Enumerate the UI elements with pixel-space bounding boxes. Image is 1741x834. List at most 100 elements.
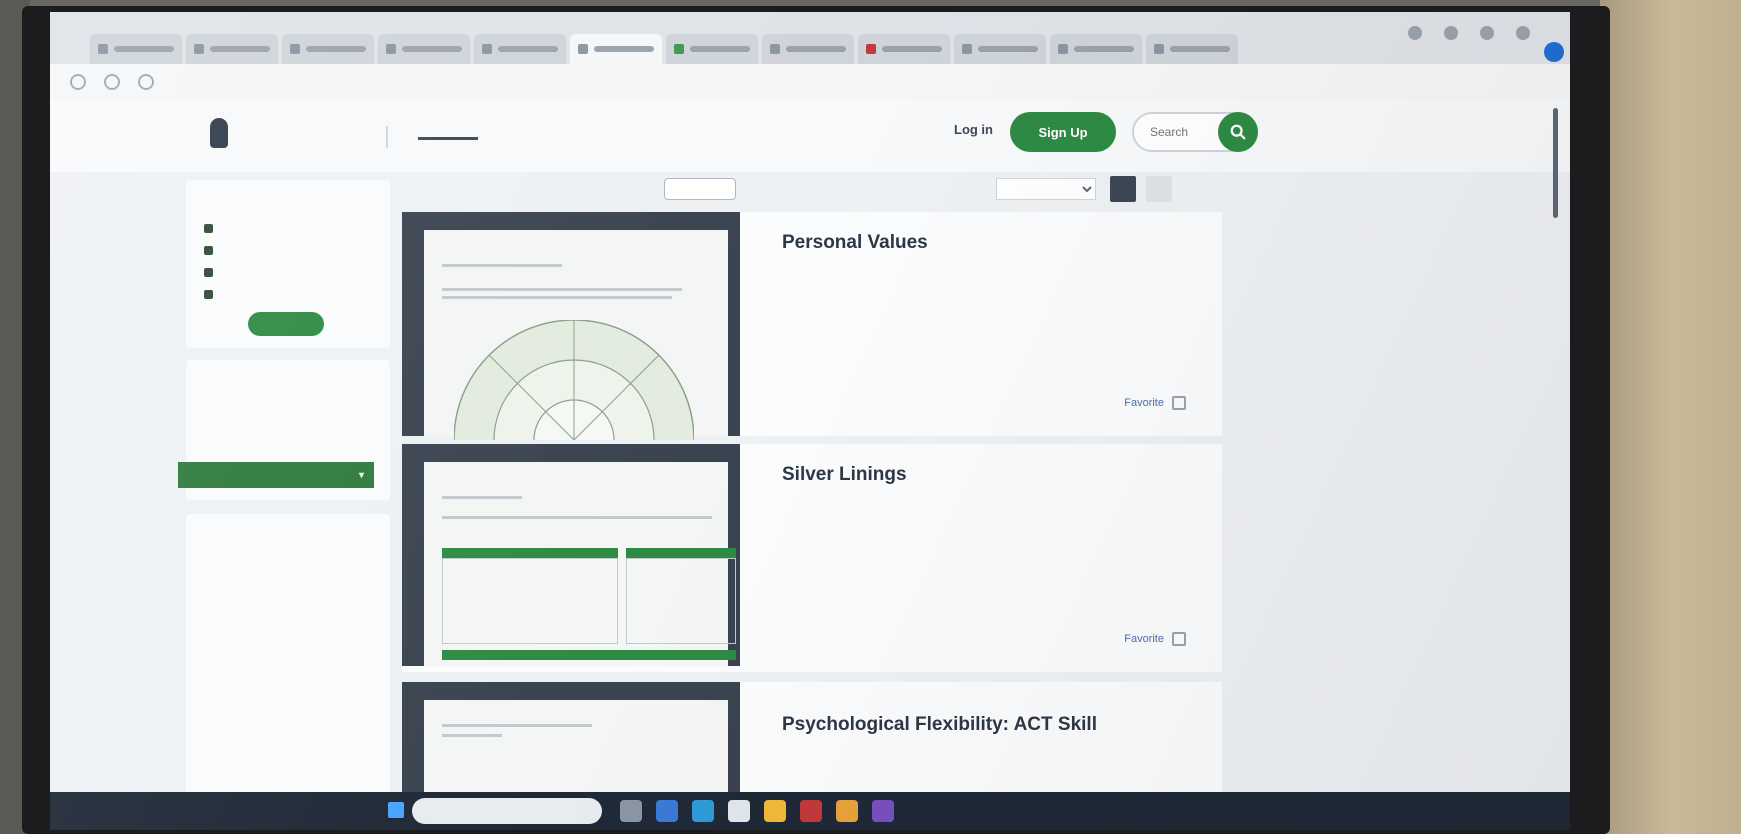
tab-favicon-icon [98,44,108,54]
result-title[interactable]: Psychological Flexibility: ACT Skill [782,714,1097,736]
refresh-icon[interactable] [104,74,120,90]
extension-icon[interactable] [1408,26,1422,40]
browser-tab[interactable] [762,34,854,64]
sheet-line [442,288,682,291]
worksheet-preview [424,700,728,792]
sheet-line [442,516,712,519]
browser-tab[interactable] [954,34,1046,64]
checkbox-icon[interactable] [204,224,213,233]
tab-favicon-icon [578,44,588,54]
filter-option[interactable] [204,246,221,255]
taskbar-apps [620,800,894,822]
type-filter-card [186,514,390,830]
result-card[interactable]: Psychological Flexibility: ACT Skill [402,682,1222,792]
bookmark-icon [1172,396,1186,410]
filter-option[interactable] [204,268,221,277]
checkbox-icon[interactable] [204,268,213,277]
result-card[interactable]: Silver Linings Favorite [402,444,1222,672]
tab-strip [50,12,1570,64]
taskbar-app-icon[interactable] [800,800,822,822]
sheet-header-bar [442,548,618,558]
sheet-header-bar [442,650,736,660]
home-icon[interactable] [138,74,154,90]
worksheet-thumbnail[interactable] [402,444,740,666]
checkbox-icon[interactable] [204,290,213,299]
browser-tab[interactable] [282,34,374,64]
tab-favicon-icon [482,44,492,54]
filter-option[interactable] [204,224,221,233]
address-bar [50,64,1570,100]
result-title[interactable]: Personal Values [782,232,928,254]
taskbar-app-icon[interactable] [764,800,786,822]
browser-tab[interactable] [186,34,278,64]
site-logo[interactable] [210,118,236,148]
worksheet-thumbnail[interactable] [402,682,740,792]
tab-favicon-icon [1058,44,1068,54]
favorite-button[interactable]: Favorite [1124,632,1186,646]
nav-item[interactable] [848,126,908,140]
copilot-icon[interactable] [1544,42,1564,62]
worksheet-preview [424,462,736,666]
windows-start-icon[interactable] [388,802,404,818]
nav-item[interactable] [418,126,478,140]
nav-item[interactable] [676,126,736,140]
sheet-box [442,558,618,644]
page-scrollbar[interactable] [1553,108,1558,218]
tab-label [786,46,846,52]
nav-item[interactable] [590,126,650,140]
tab-label [210,46,270,52]
search-button[interactable] [1218,112,1258,152]
browser-tab[interactable] [1050,34,1142,64]
search-input[interactable] [1148,124,1212,140]
nav-item[interactable] [762,126,822,140]
back-icon[interactable] [70,74,86,90]
filter-option[interactable] [204,290,221,299]
sheet-line [442,734,502,737]
tab-favicon-icon [1154,44,1164,54]
taskbar-search-input[interactable] [412,798,602,824]
browser-tab[interactable] [1146,34,1238,64]
grid-view-icon[interactable] [1110,176,1136,202]
tab-favicon-icon [770,44,780,54]
list-view-icon[interactable] [1146,176,1172,202]
favorite-button[interactable]: Favorite [1124,396,1186,410]
tab-label [498,46,558,52]
browser-tab[interactable] [90,34,182,64]
browser-tab[interactable] [570,34,662,64]
browser-tab[interactable] [666,34,758,64]
taskbar-app-icon[interactable] [620,800,642,822]
favorites-icon[interactable] [1444,26,1458,40]
result-card[interactable]: Personal Values Favorite [402,212,1222,440]
tab-label [1170,46,1230,52]
header-divider [386,126,388,148]
search-icon [1230,124,1246,140]
browser-tab[interactable] [858,34,950,64]
signup-button[interactable]: Sign Up [1010,112,1116,152]
sheet-line [442,264,562,267]
main-nav [418,126,908,140]
taskbar-app-icon[interactable] [728,800,750,822]
taskbar-app-icon[interactable] [656,800,678,822]
monitor-screen: Log in Sign Up Search ▾ Personal Values … [50,12,1570,830]
checkbox-icon[interactable] [204,246,213,255]
sort-select[interactable] [996,178,1096,200]
result-title[interactable]: Silver Linings [782,464,907,486]
browser-tab[interactable] [474,34,566,64]
worksheet-thumbnail[interactable] [402,212,740,440]
bookmark-icon [1172,632,1186,646]
worksheet-preview [424,230,728,440]
language-selected[interactable]: ▾ [178,462,374,488]
collections-icon[interactable] [1480,26,1494,40]
tab-favicon-icon [386,44,396,54]
sheet-line [442,296,672,299]
settings-icon[interactable] [1516,26,1530,40]
language-button[interactable] [664,178,736,200]
taskbar-app-icon[interactable] [872,800,894,822]
login-link[interactable]: Log in [954,122,993,137]
taskbar-app-icon[interactable] [692,800,714,822]
taskbar-app-icon[interactable] [836,800,858,822]
browser-tab[interactable] [378,34,470,64]
apply-filter-button[interactable] [248,312,324,336]
tab-label [1074,46,1134,52]
nav-item[interactable] [504,126,564,140]
